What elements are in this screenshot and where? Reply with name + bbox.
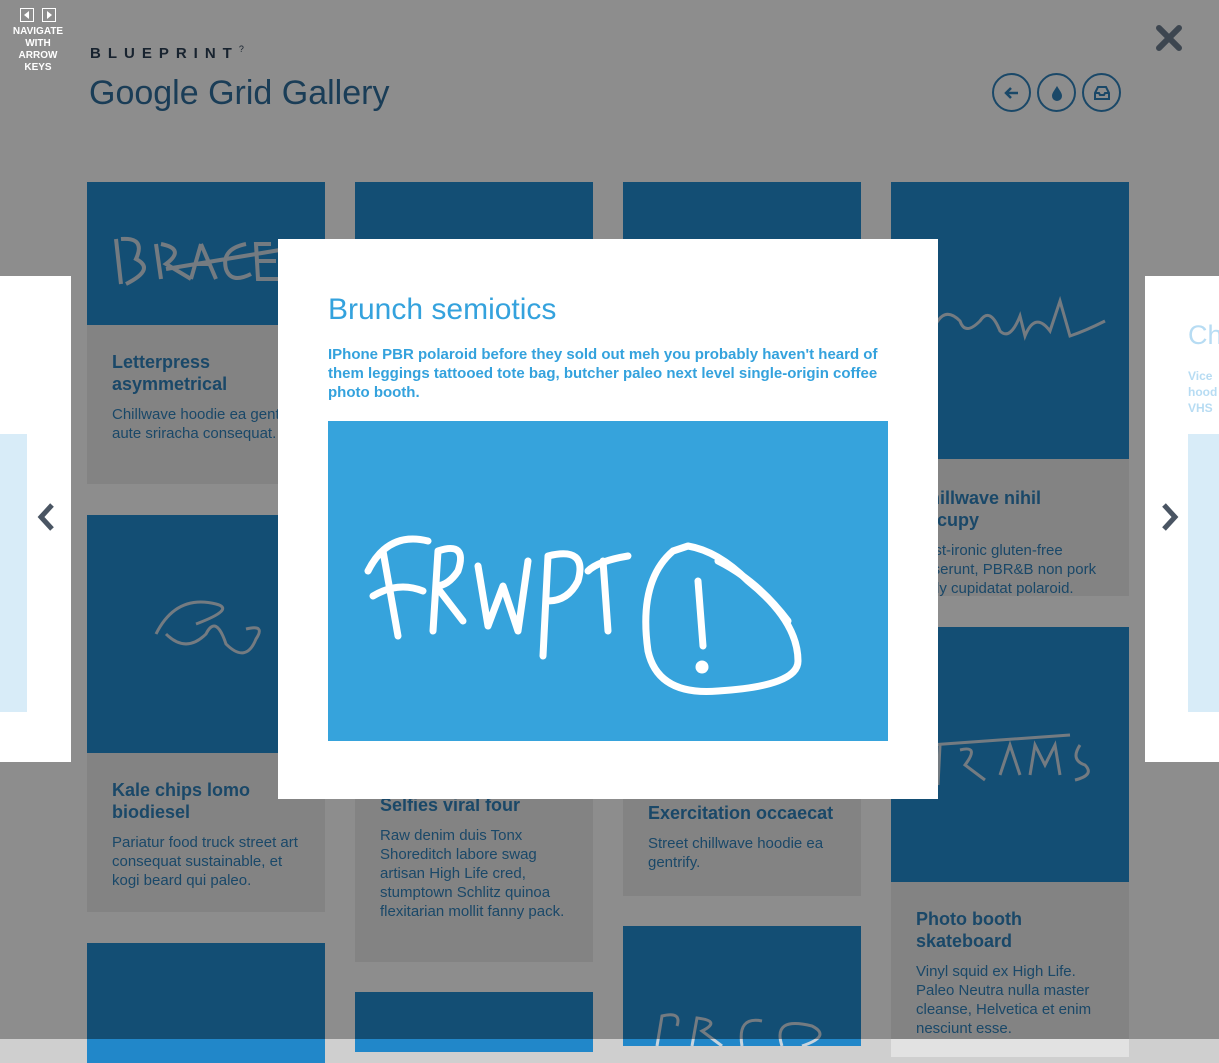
close-icon: [1156, 25, 1182, 51]
left-key-icon: [20, 8, 34, 22]
graffiti-tag-image: [364, 535, 802, 695]
preview-image: [0, 434, 27, 712]
chevron-left-icon: [37, 503, 54, 531]
close-button[interactable]: [1155, 24, 1183, 52]
chevron-right-icon: [1162, 503, 1179, 531]
next-button[interactable]: [1157, 497, 1183, 537]
keyboard-navigation-hint: NAVIGATE WITH ARROW KEYS: [8, 8, 68, 74]
modal-description: IPhone PBR polaroid before they sold out…: [328, 346, 878, 401]
navigation-hint-text: NAVIGATE WITH ARROW KEYS: [12, 26, 64, 73]
lightbox-modal: Brunch semiotics IPhone PBR polaroid bef…: [278, 239, 938, 799]
preview-image: [1188, 434, 1219, 712]
modal-image: [328, 421, 888, 741]
arrow-keys: [8, 8, 68, 22]
preview-text-line: VHS: [1188, 401, 1213, 415]
modal-title: Brunch semiotics: [328, 293, 557, 326]
preview-text: Vice hood VHS: [1188, 368, 1217, 416]
preview-text-line: Vice: [1188, 369, 1213, 383]
preview-text-line: hood: [1188, 385, 1218, 399]
preview-title: Ch: [1188, 320, 1219, 350]
right-key-icon: [42, 8, 56, 22]
previous-button[interactable]: [33, 497, 59, 537]
